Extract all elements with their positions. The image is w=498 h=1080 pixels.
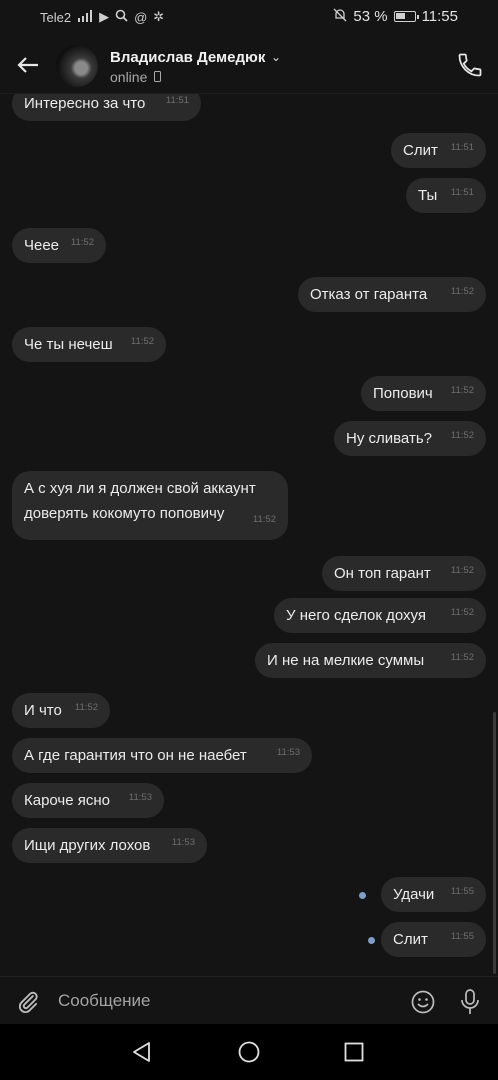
avatar[interactable]: [56, 45, 98, 87]
play-icon: ▶: [99, 9, 110, 24]
battery-percent: 53 %: [353, 8, 388, 25]
outgoing-message[interactable]: Отказ от гаранта 11:52: [298, 277, 486, 312]
message-time: 11:55: [450, 931, 474, 942]
signal-icon: [77, 9, 93, 25]
nav-home-icon[interactable]: [238, 1041, 260, 1063]
status-left: Tele2 ▶ @ ✲: [40, 9, 164, 25]
incoming-message[interactable]: Чеее 11:52: [12, 228, 106, 263]
composer: [0, 976, 498, 1024]
at-sign-icon: @: [134, 9, 148, 25]
contact-name[interactable]: Владислав Демедюк: [110, 49, 265, 66]
message-time: 11:52: [450, 430, 474, 441]
carrier-label: Tele2: [40, 9, 72, 25]
emoji-icon[interactable]: [410, 989, 436, 1015]
message-text: У него сделок дохуя: [286, 607, 426, 624]
mute-bell-icon: [333, 8, 347, 25]
incoming-message[interactable]: Кароче ясно 11:53: [12, 783, 164, 818]
chevron-down-icon[interactable]: ⌄: [271, 50, 281, 64]
scrollbar[interactable]: [493, 712, 496, 974]
outgoing-message[interactable]: Попович 11:52: [361, 376, 486, 411]
nav-recent-icon[interactable]: [344, 1042, 364, 1062]
outgoing-message[interactable]: Слит 11:51: [391, 133, 486, 168]
outgoing-message[interactable]: У него сделок дохуя 11:52: [274, 598, 486, 633]
message-input[interactable]: [58, 988, 388, 1014]
message-time: 11:52: [252, 514, 276, 525]
status-right: 53 % 11:55: [333, 8, 458, 25]
message-text: Отказ от гаранта: [310, 286, 428, 303]
message-time: 11:53: [171, 837, 195, 848]
outgoing-message[interactable]: Он топ гарант 11:52: [322, 556, 486, 591]
message-time: 11:52: [450, 607, 474, 618]
message-time: 11:52: [450, 385, 474, 396]
unread-dot: [368, 937, 375, 944]
unread-dot: [359, 892, 366, 899]
outgoing-message[interactable]: Ты 11:51: [406, 178, 486, 213]
message-text: А где гарантия что он не наебет: [24, 747, 247, 764]
message-text: Ищи других лохов: [24, 837, 151, 854]
system-nav-bar: [0, 1024, 498, 1080]
message-time: 11:51: [450, 142, 474, 153]
outgoing-message[interactable]: Ну сливать? 11:52: [334, 421, 486, 456]
message-time: 11:51: [450, 187, 474, 198]
message-time: 11:52: [450, 565, 474, 576]
battery-fill: [395, 13, 405, 19]
message-time: 11:52: [74, 702, 98, 713]
mic-icon[interactable]: [458, 988, 482, 1016]
incoming-message[interactable]: А с хуя ли я должен свой аккаунт доверят…: [12, 471, 288, 540]
phone-icon[interactable]: [456, 51, 484, 79]
message-text: И не на мелкие суммы: [267, 652, 425, 669]
contact-status: online: [110, 69, 148, 85]
nav-back-icon[interactable]: [131, 1041, 153, 1063]
status-bar: Tele2 ▶ @ ✲ 53 % 11:55: [0, 0, 498, 34]
search-icon: [115, 9, 128, 25]
message-time: 11:53: [128, 792, 152, 803]
incoming-message[interactable]: И что 11:52: [12, 693, 110, 728]
mobile-device-icon: [154, 71, 161, 82]
message-time: 11:51: [165, 95, 189, 106]
message-time: 11:52: [450, 286, 474, 297]
clock: 11:55: [421, 8, 458, 25]
message-time: 11:52: [70, 237, 94, 248]
attach-icon[interactable]: [15, 989, 41, 1015]
message-time: 11:55: [450, 886, 474, 897]
incoming-message[interactable]: Че ты нечеш 11:52: [12, 327, 166, 362]
outgoing-message[interactable]: Слит 11:55: [381, 922, 486, 957]
outgoing-message[interactable]: И не на мелкие суммы 11:52: [255, 643, 486, 678]
incoming-message[interactable]: А где гарантия что он не наебет 11:53: [12, 738, 312, 773]
gear-icon: ✲: [153, 9, 165, 24]
back-arrow-icon[interactable]: [14, 51, 42, 79]
message-time: 11:52: [130, 336, 154, 347]
message-text: Интересно за что: [24, 95, 146, 112]
message-text: А с хуя ли я должен свой аккаунт доверят…: [24, 480, 256, 522]
chat-header: Владислав Демедюк ⌄ online: [0, 34, 498, 94]
message-time: 11:53: [276, 747, 300, 758]
incoming-message[interactable]: Интересно за что 11:51: [12, 94, 201, 121]
outgoing-message[interactable]: Удачи 11:55: [381, 877, 486, 912]
battery-icon: [393, 11, 419, 22]
incoming-message[interactable]: Ищи других лохов 11:53: [12, 828, 207, 863]
message-time: 11:52: [450, 652, 474, 663]
message-list[interactable]: Интересно за что 11:51 Слит 11:51 Ты 11:51 Чее…: [0, 94, 498, 976]
